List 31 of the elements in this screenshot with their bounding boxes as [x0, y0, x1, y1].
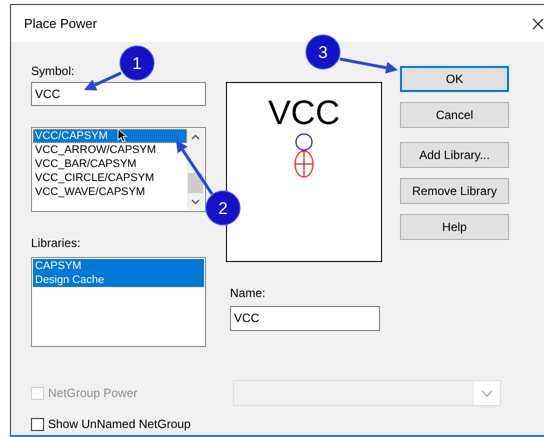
list-item[interactable]: VCC_CIRCLE/CAPSYM	[33, 171, 187, 185]
callout-arrow	[176, 140, 214, 195]
list-item[interactable]: VCC_WAVE/CAPSYM	[33, 185, 187, 199]
list-item[interactable]: VCC_ARROW/CAPSYM	[33, 143, 187, 157]
preview-text: VCC	[268, 95, 340, 131]
callout-arrow	[84, 72, 122, 90]
window-title: Place Power	[24, 16, 98, 31]
field-label: Libraries:	[31, 236, 82, 250]
callout-badge: 3	[306, 34, 340, 70]
list-item[interactable]: VCC/CAPSYM	[33, 129, 187, 143]
callout-badge: 2	[206, 190, 240, 226]
callout-badge: 1	[120, 46, 154, 80]
scrollbar-thumb[interactable]	[188, 173, 203, 193]
close-icon[interactable]	[532, 18, 544, 30]
checkbox-label: Show UnNamed NetGroup	[48, 417, 191, 431]
callout-arrow	[340, 58, 398, 74]
list-item[interactable]: VCC_BAR/CAPSYM	[33, 157, 187, 171]
dialog-button[interactable]: OK	[400, 66, 509, 92]
list-item[interactable]: Design Cache	[33, 273, 204, 287]
list-item[interactable]: CAPSYM	[33, 259, 204, 273]
field-label: Name:	[230, 286, 266, 300]
field-label: Symbol:	[31, 64, 76, 78]
dialog-button[interactable]: Cancel	[400, 102, 509, 128]
dialog-button[interactable]: Add Library...	[400, 142, 509, 168]
dialog-button[interactable]: Remove Library	[400, 178, 509, 204]
checkbox[interactable]	[31, 418, 44, 430]
checkbox-label: NetGroup Power	[48, 386, 138, 400]
scrollbar[interactable]	[187, 129, 204, 210]
symbol-field[interactable]: VCC	[31, 82, 206, 106]
dialog-button[interactable]: Help	[400, 214, 509, 240]
name-field[interactable]: VCC	[230, 306, 380, 331]
